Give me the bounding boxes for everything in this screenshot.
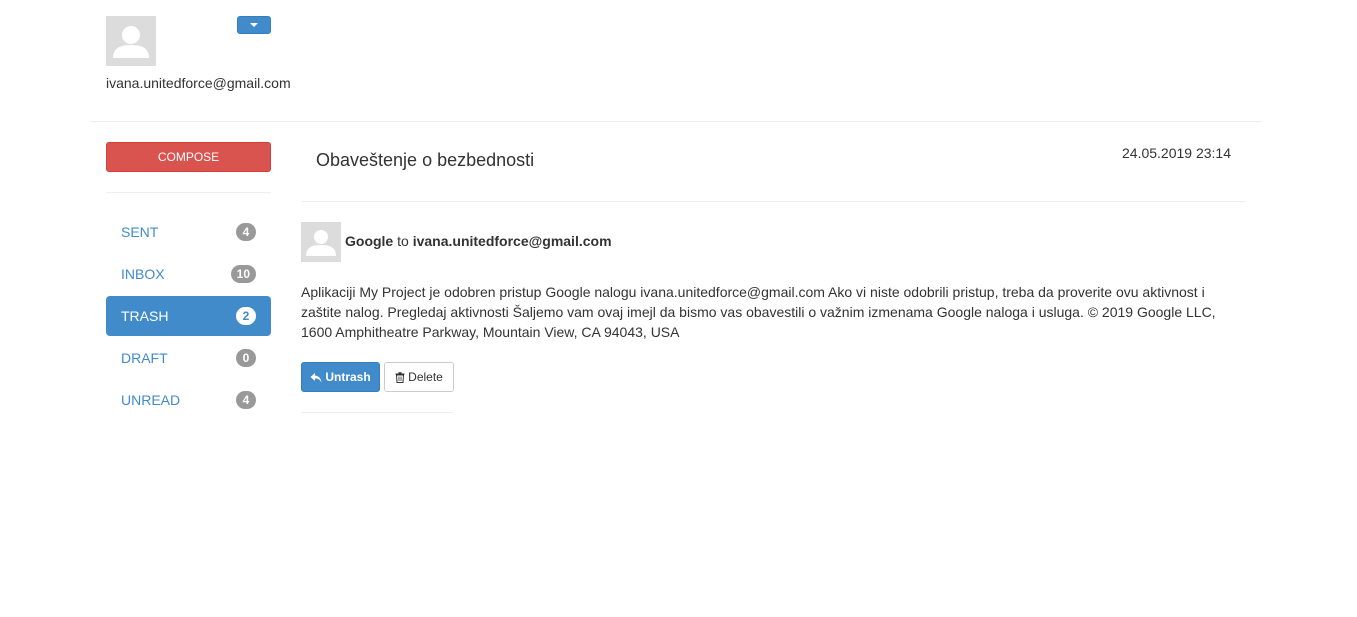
folder-count-badge: 10 [230, 265, 256, 283]
folder-item-unread[interactable]: UNREAD 4 [106, 380, 271, 420]
sender-line: Google to ivana.unitedforce@gmail.com [345, 233, 612, 249]
delete-button[interactable]: Delete [384, 362, 454, 392]
user-silhouette-icon [306, 230, 336, 256]
profile-avatar [106, 16, 156, 66]
reply-arrow-icon [310, 372, 322, 383]
folder-label: UNREAD [121, 392, 181, 408]
folder-label: INBOX [121, 266, 165, 282]
profile-email: ivana.unitedforce@gmail.com [106, 75, 291, 91]
message-date: 24.05.2019 23:14 [1122, 145, 1231, 161]
caret-down-icon [250, 23, 258, 27]
folder-label: DRAFT [121, 350, 168, 366]
untrash-button[interactable]: Untrash [301, 362, 380, 392]
compose-button[interactable]: COMPOSE [106, 142, 271, 172]
folder-item-draft[interactable]: DRAFT 0 [106, 338, 271, 378]
folder-count-badge: 0 [236, 349, 256, 367]
folder-item-trash[interactable]: TRASH 2 [106, 296, 271, 336]
message-subject: Obaveštenje o bezbednosti [316, 150, 535, 170]
folder-count-badge: 4 [236, 223, 256, 241]
folder-item-inbox[interactable]: INBOX 10 [106, 254, 271, 294]
sidebar-divider [106, 192, 271, 193]
untrash-label: Untrash [325, 370, 371, 384]
folder-list: SENT 4 INBOX 10 TRASH 2 DRAFT 0 UNREAD 4 [106, 212, 271, 422]
folder-label: TRASH [121, 308, 169, 324]
recipient-email: ivana.unitedforce@gmail.com [412, 233, 612, 249]
header-divider [91, 121, 1261, 122]
trash-icon [395, 371, 405, 383]
delete-label: Delete [408, 370, 443, 384]
folder-count-badge: 2 [236, 307, 256, 325]
subject-divider [301, 201, 1246, 202]
sender-name: Google [345, 233, 394, 249]
message-body: Aplikaciji My Project je odobren pristup… [301, 284, 1216, 340]
user-silhouette-icon [113, 26, 149, 58]
folder-count-badge: 4 [236, 391, 256, 409]
folder-item-sent[interactable]: SENT 4 [106, 212, 271, 252]
profile-dropdown-button[interactable] [237, 16, 271, 34]
folder-label: SENT [121, 224, 159, 240]
actions-divider [301, 412, 454, 413]
sender-avatar [301, 222, 341, 262]
to-label: to [397, 233, 409, 249]
